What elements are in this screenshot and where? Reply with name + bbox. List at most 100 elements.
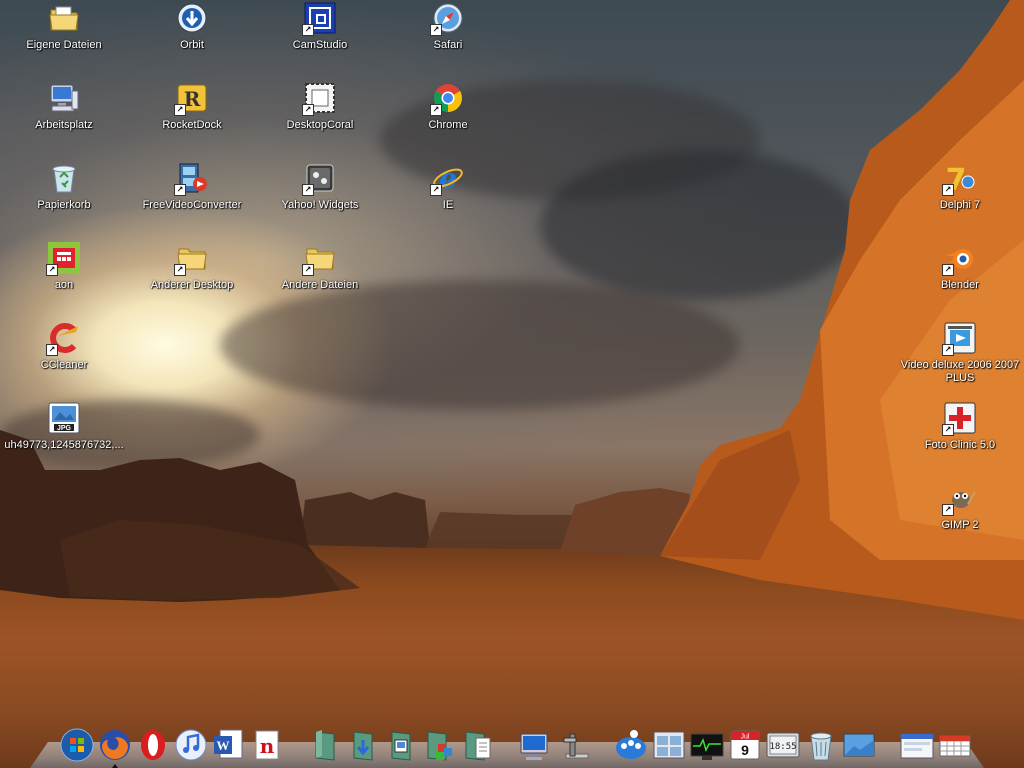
desktop-icon-eigene-dateien[interactable]: Eigene Dateien xyxy=(0,2,128,52)
folder-documents-icon xyxy=(48,2,80,34)
foto-clinic-icon: ↗ xyxy=(942,402,976,436)
desktop-icon-safari[interactable]: ↗ Safari xyxy=(384,2,512,52)
desktop-icon-label: CamStudio xyxy=(292,39,348,51)
dock-separator xyxy=(498,728,518,762)
shortcut-arrow-icon: ↗ xyxy=(430,24,442,36)
desktop-icon-gimp-2[interactable]: ↗ GIMP 2 xyxy=(896,482,1024,532)
dock-item-itunes[interactable] xyxy=(174,728,208,762)
shortcut-arrow-icon: ↗ xyxy=(174,104,186,116)
desktop-icon-ccleaner[interactable]: ↗ CCleaner xyxy=(0,322,128,372)
dock-item-stack-1[interactable] xyxy=(308,728,342,762)
show-desktop-icon xyxy=(843,733,875,757)
dock-item-pictures[interactable] xyxy=(384,728,418,762)
firefox-icon xyxy=(100,730,130,760)
clock-time: 18:55 xyxy=(769,742,796,752)
desktop-icon-label: Safari xyxy=(433,39,463,51)
dock-item-documents[interactable] xyxy=(460,728,494,762)
yahoo-widgets-icon: ↗ xyxy=(302,162,336,196)
netscape-icon: n xyxy=(255,730,279,760)
safari-icon: ↗ xyxy=(430,2,464,36)
desktop-icon-desktopcoral[interactable]: ↗ DesktopCoral xyxy=(256,82,384,132)
dock-item-applications[interactable] xyxy=(422,728,456,762)
desktop-icon-arbeitsplatz[interactable]: Arbeitsplatz xyxy=(0,82,128,132)
orbit-icon xyxy=(176,2,208,34)
desktop-icon-orbit[interactable]: Orbit xyxy=(128,2,256,52)
dock-item-grid-view[interactable] xyxy=(938,728,972,762)
shortcut-arrow-icon: ↗ xyxy=(302,104,314,116)
svg-text:W: W xyxy=(217,738,230,753)
desktop-icon-label: DesktopCoral xyxy=(286,119,354,131)
dock-item-downloads[interactable] xyxy=(346,728,380,762)
dock-item-firefox[interactable] xyxy=(98,728,132,768)
grid-view-icon xyxy=(939,735,971,757)
dock-item-my-computer[interactable] xyxy=(518,728,552,762)
desktopcoral-icon: ↗ xyxy=(302,82,336,116)
dock-item-control-panel[interactable] xyxy=(556,728,590,762)
desktop-icon-label: Orbit xyxy=(180,39,204,51)
desktop-icon-label: uh49773,1245876732,... xyxy=(4,439,124,451)
desktop-icon-label: aon xyxy=(54,279,74,291)
desktop-icon-anderer-desktop[interactable]: ↗ Anderer Desktop xyxy=(128,242,256,292)
shortcut-arrow-icon: ↗ xyxy=(46,344,58,356)
desktop-icon-label: FreeVideoConverter xyxy=(142,199,242,211)
dock-item-trash[interactable] xyxy=(804,728,838,762)
clock-icon: 18:55 xyxy=(766,732,800,758)
desktop-icon-aon[interactable]: ↗ aon xyxy=(0,242,128,292)
dock-item-clock[interactable]: 18:55 xyxy=(766,728,800,762)
desktop-icon-label: IE xyxy=(442,199,454,211)
desktop-icon-blender[interactable]: ↗ Blender xyxy=(896,242,1024,292)
desktop-icon-papierkorb[interactable]: Papierkorb xyxy=(0,162,128,212)
shortcut-arrow-icon: ↗ xyxy=(942,184,954,196)
desktop-icon-yahoo-widgets[interactable]: ↗ Yahoo! Widgets xyxy=(256,162,384,212)
calendar-month: Jul xyxy=(741,734,750,741)
dock-item-browser-window[interactable] xyxy=(900,728,934,762)
desktop-icon-chrome[interactable]: ↗ Chrome xyxy=(384,82,512,132)
desktop-icon-foto-clinic[interactable]: ↗ Foto Clinic 5.0 xyxy=(896,402,1024,452)
desktop-icon-ie[interactable]: e ↗ IE xyxy=(384,162,512,212)
desktop-icon-label: Arbeitsplatz xyxy=(35,119,93,131)
dock-item-calendar[interactable]: Jul 9 xyxy=(728,728,762,762)
blender-icon: ↗ xyxy=(942,242,976,276)
jpg-file-icon: JPG xyxy=(48,402,80,434)
desktop-icon-jpg-file[interactable]: JPG uh49773,1245876732,... xyxy=(0,402,128,452)
dock: W n Jul 9 18:55 xyxy=(60,722,976,768)
ccleaner-icon: ↗ xyxy=(46,322,80,356)
itunes-icon xyxy=(175,729,207,761)
dock-item-word[interactable]: W xyxy=(212,728,246,762)
desktop-icon-freevideoconverter[interactable]: ↗ FreeVideoConverter xyxy=(128,162,256,212)
desktop-icon-camstudio[interactable]: ↗ CamStudio xyxy=(256,2,384,52)
desktop-icon-label: Video deluxe 2006 2007 PLUS xyxy=(900,359,1020,384)
shortcut-arrow-icon: ↗ xyxy=(46,264,58,276)
desktop-icon-andere-dateien[interactable]: ↗ Andere Dateien xyxy=(256,242,384,292)
shortcut-arrow-icon: ↗ xyxy=(302,184,314,196)
desktop-icon-delphi-7[interactable]: 7 ↗ Delphi 7 xyxy=(896,162,1024,212)
dock-item-show-desktop[interactable] xyxy=(842,728,876,762)
delphi-icon: 7 ↗ xyxy=(942,162,976,196)
dock-item-messenger[interactable] xyxy=(614,728,648,762)
window-manager-icon xyxy=(653,731,685,759)
dock-item-window-manager[interactable] xyxy=(652,728,686,762)
control-panel-icon xyxy=(563,733,589,759)
shortcut-arrow-icon: ↗ xyxy=(942,344,954,356)
dock-item-netscape[interactable]: n xyxy=(250,728,284,762)
shortcut-arrow-icon: ↗ xyxy=(302,264,314,276)
opera-icon xyxy=(141,730,165,760)
desktop-icon-label: Chrome xyxy=(428,119,468,131)
gimp-icon: ↗ xyxy=(942,482,976,516)
dock-item-start[interactable] xyxy=(60,728,94,762)
dock-item-task-monitor[interactable] xyxy=(690,728,724,762)
dock-item-opera[interactable] xyxy=(136,728,170,762)
desktop-icon-label: Blender xyxy=(941,279,979,291)
desktop-icon-label: CCleaner xyxy=(40,359,88,371)
desktop-icon-rocketdock[interactable]: R ↗ RocketDock xyxy=(128,82,256,132)
desktop-icon-video-deluxe[interactable]: ↗ Video deluxe 2006 2007 PLUS xyxy=(896,322,1024,385)
rocketdock-icon: R ↗ xyxy=(174,82,208,116)
messenger-icon xyxy=(616,730,646,759)
desktop-icon-label: RocketDock xyxy=(162,119,222,131)
svg-text:n: n xyxy=(260,734,275,758)
svg-text:JPG: JPG xyxy=(57,425,72,432)
downloads-stack-icon xyxy=(353,731,373,761)
shortcut-arrow-icon: ↗ xyxy=(174,184,186,196)
shortcut-arrow-icon: ↗ xyxy=(942,504,954,516)
desktop-icon-label: Eigene Dateien xyxy=(26,39,102,51)
